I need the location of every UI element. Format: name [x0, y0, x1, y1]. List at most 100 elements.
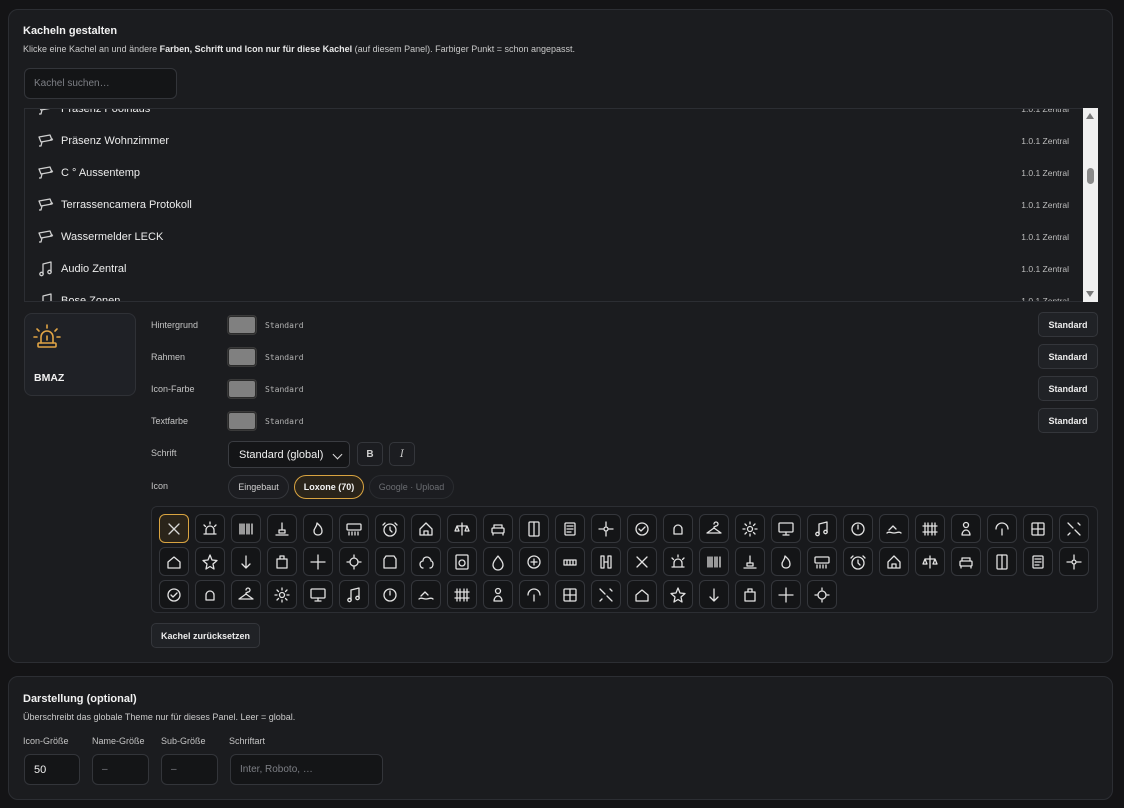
- icon-option[interactable]: [699, 547, 729, 576]
- icon-option[interactable]: [339, 514, 369, 543]
- icon-option[interactable]: [987, 514, 1017, 543]
- tile-list-item[interactable]: Präsenz Wohnzimmer 1.0.1 Zentral: [25, 125, 1083, 157]
- reset-tile-button[interactable]: Kachel zurücksetzen: [151, 623, 260, 648]
- icon-option[interactable]: [627, 580, 657, 609]
- icon-size-input[interactable]: 50: [24, 754, 80, 785]
- tile-list[interactable]: Präsenz Poolhaus 1.0.1 Zentral Präsenz Woh…: [24, 108, 1098, 302]
- tile-list-scrollbar[interactable]: [1083, 108, 1098, 302]
- font-family-input[interactable]: Inter, Roboto, …: [230, 754, 383, 785]
- icon-option[interactable]: [375, 514, 405, 543]
- icon-option[interactable]: [159, 514, 189, 543]
- icon-option[interactable]: [1059, 514, 1089, 543]
- sub-size-input[interactable]: –: [161, 754, 218, 785]
- icon-option[interactable]: [591, 514, 621, 543]
- standard-button[interactable]: Standard: [1038, 344, 1098, 369]
- icon-option[interactable]: [627, 514, 657, 543]
- icon-option[interactable]: [411, 580, 441, 609]
- icon-option[interactable]: [699, 514, 729, 543]
- icon-option[interactable]: [195, 547, 225, 576]
- icon-option[interactable]: [303, 580, 333, 609]
- icon-option[interactable]: [951, 547, 981, 576]
- icon-option[interactable]: [411, 514, 441, 543]
- standard-button[interactable]: Standard: [1038, 312, 1098, 337]
- icon-option[interactable]: [555, 580, 585, 609]
- icon-option[interactable]: [195, 514, 225, 543]
- scroll-down-arrow[interactable]: [1086, 291, 1094, 297]
- tile-list-item[interactable]: Terrassencamera Protokoll 1.0.1 Zentral: [25, 189, 1083, 221]
- icon-option[interactable]: [987, 547, 1017, 576]
- icon-option[interactable]: [231, 514, 261, 543]
- icon-option[interactable]: [555, 514, 585, 543]
- font-select[interactable]: Standard (global): [228, 441, 350, 468]
- icon-option[interactable]: [483, 580, 513, 609]
- icon-option[interactable]: [159, 547, 189, 576]
- icon-option[interactable]: [195, 580, 225, 609]
- scroll-thumb[interactable]: [1087, 168, 1094, 184]
- standard-button[interactable]: Standard: [1038, 376, 1098, 401]
- tile-list-item[interactable]: Präsenz Poolhaus 1.0.1 Zentral: [25, 109, 1083, 125]
- tab-google-upload[interactable]: Google · Upload: [369, 475, 454, 499]
- icon-option[interactable]: [519, 547, 549, 576]
- icon-option[interactable]: [591, 580, 621, 609]
- icon-option[interactable]: [447, 547, 477, 576]
- standard-button[interactable]: Standard: [1038, 408, 1098, 433]
- icon-option[interactable]: [915, 547, 945, 576]
- icon-option[interactable]: [483, 514, 513, 543]
- icon-option[interactable]: [663, 514, 693, 543]
- tile-list-item[interactable]: Wassermelder LECK 1.0.1 Zentral: [25, 221, 1083, 253]
- tile-list-item[interactable]: Audio Zentral 1.0.1 Zentral: [25, 253, 1083, 285]
- icon-option[interactable]: [519, 514, 549, 543]
- icon-option[interactable]: [303, 547, 333, 576]
- tile-list-item[interactable]: C ° Aussentemp 1.0.1 Zentral: [25, 157, 1083, 189]
- icon-option[interactable]: [231, 547, 261, 576]
- color-swatch[interactable]: [228, 316, 256, 334]
- tab-loxone[interactable]: Loxone (70): [294, 475, 364, 499]
- icon-option[interactable]: [519, 580, 549, 609]
- icon-option[interactable]: [483, 547, 513, 576]
- icon-option[interactable]: [375, 580, 405, 609]
- icon-option[interactable]: [231, 580, 261, 609]
- color-swatch[interactable]: [228, 348, 256, 366]
- icon-option[interactable]: [807, 514, 837, 543]
- icon-option[interactable]: [591, 547, 621, 576]
- icon-option[interactable]: [447, 580, 477, 609]
- icon-option[interactable]: [339, 547, 369, 576]
- tile-search-input[interactable]: Kachel suchen…: [24, 68, 177, 99]
- bold-button[interactable]: B: [357, 442, 383, 466]
- icon-option[interactable]: [447, 514, 477, 543]
- icon-option[interactable]: [807, 547, 837, 576]
- icon-option[interactable]: [735, 580, 765, 609]
- icon-option[interactable]: [771, 547, 801, 576]
- icon-option[interactable]: [663, 547, 693, 576]
- icon-option[interactable]: [771, 514, 801, 543]
- icon-option[interactable]: [843, 514, 873, 543]
- icon-option[interactable]: [1023, 514, 1053, 543]
- tile-list-item[interactable]: Bose Zonen 1.0.1 Zentral: [25, 285, 1083, 301]
- tab-builtin[interactable]: Eingebaut: [228, 475, 289, 499]
- icon-option[interactable]: [807, 580, 837, 609]
- icon-option[interactable]: [267, 547, 297, 576]
- scroll-up-arrow[interactable]: [1086, 113, 1094, 119]
- icon-option[interactable]: [627, 547, 657, 576]
- icon-option[interactable]: [843, 547, 873, 576]
- italic-button[interactable]: I: [389, 442, 415, 466]
- icon-option[interactable]: [267, 514, 297, 543]
- icon-option[interactable]: [771, 580, 801, 609]
- icon-option[interactable]: [555, 547, 585, 576]
- icon-option[interactable]: [303, 514, 333, 543]
- icon-option[interactable]: [267, 580, 297, 609]
- color-swatch[interactable]: [228, 380, 256, 398]
- icon-option[interactable]: [879, 547, 909, 576]
- icon-option[interactable]: [375, 547, 405, 576]
- icon-option[interactable]: [735, 514, 765, 543]
- icon-option[interactable]: [951, 514, 981, 543]
- icon-option[interactable]: [735, 547, 765, 576]
- icon-option[interactable]: [915, 514, 945, 543]
- color-swatch[interactable]: [228, 412, 256, 430]
- icon-option[interactable]: [1023, 547, 1053, 576]
- icon-option[interactable]: [663, 580, 693, 609]
- icon-option[interactable]: [339, 580, 369, 609]
- icon-option[interactable]: [159, 580, 189, 609]
- icon-option[interactable]: [411, 547, 441, 576]
- icon-option[interactable]: [699, 580, 729, 609]
